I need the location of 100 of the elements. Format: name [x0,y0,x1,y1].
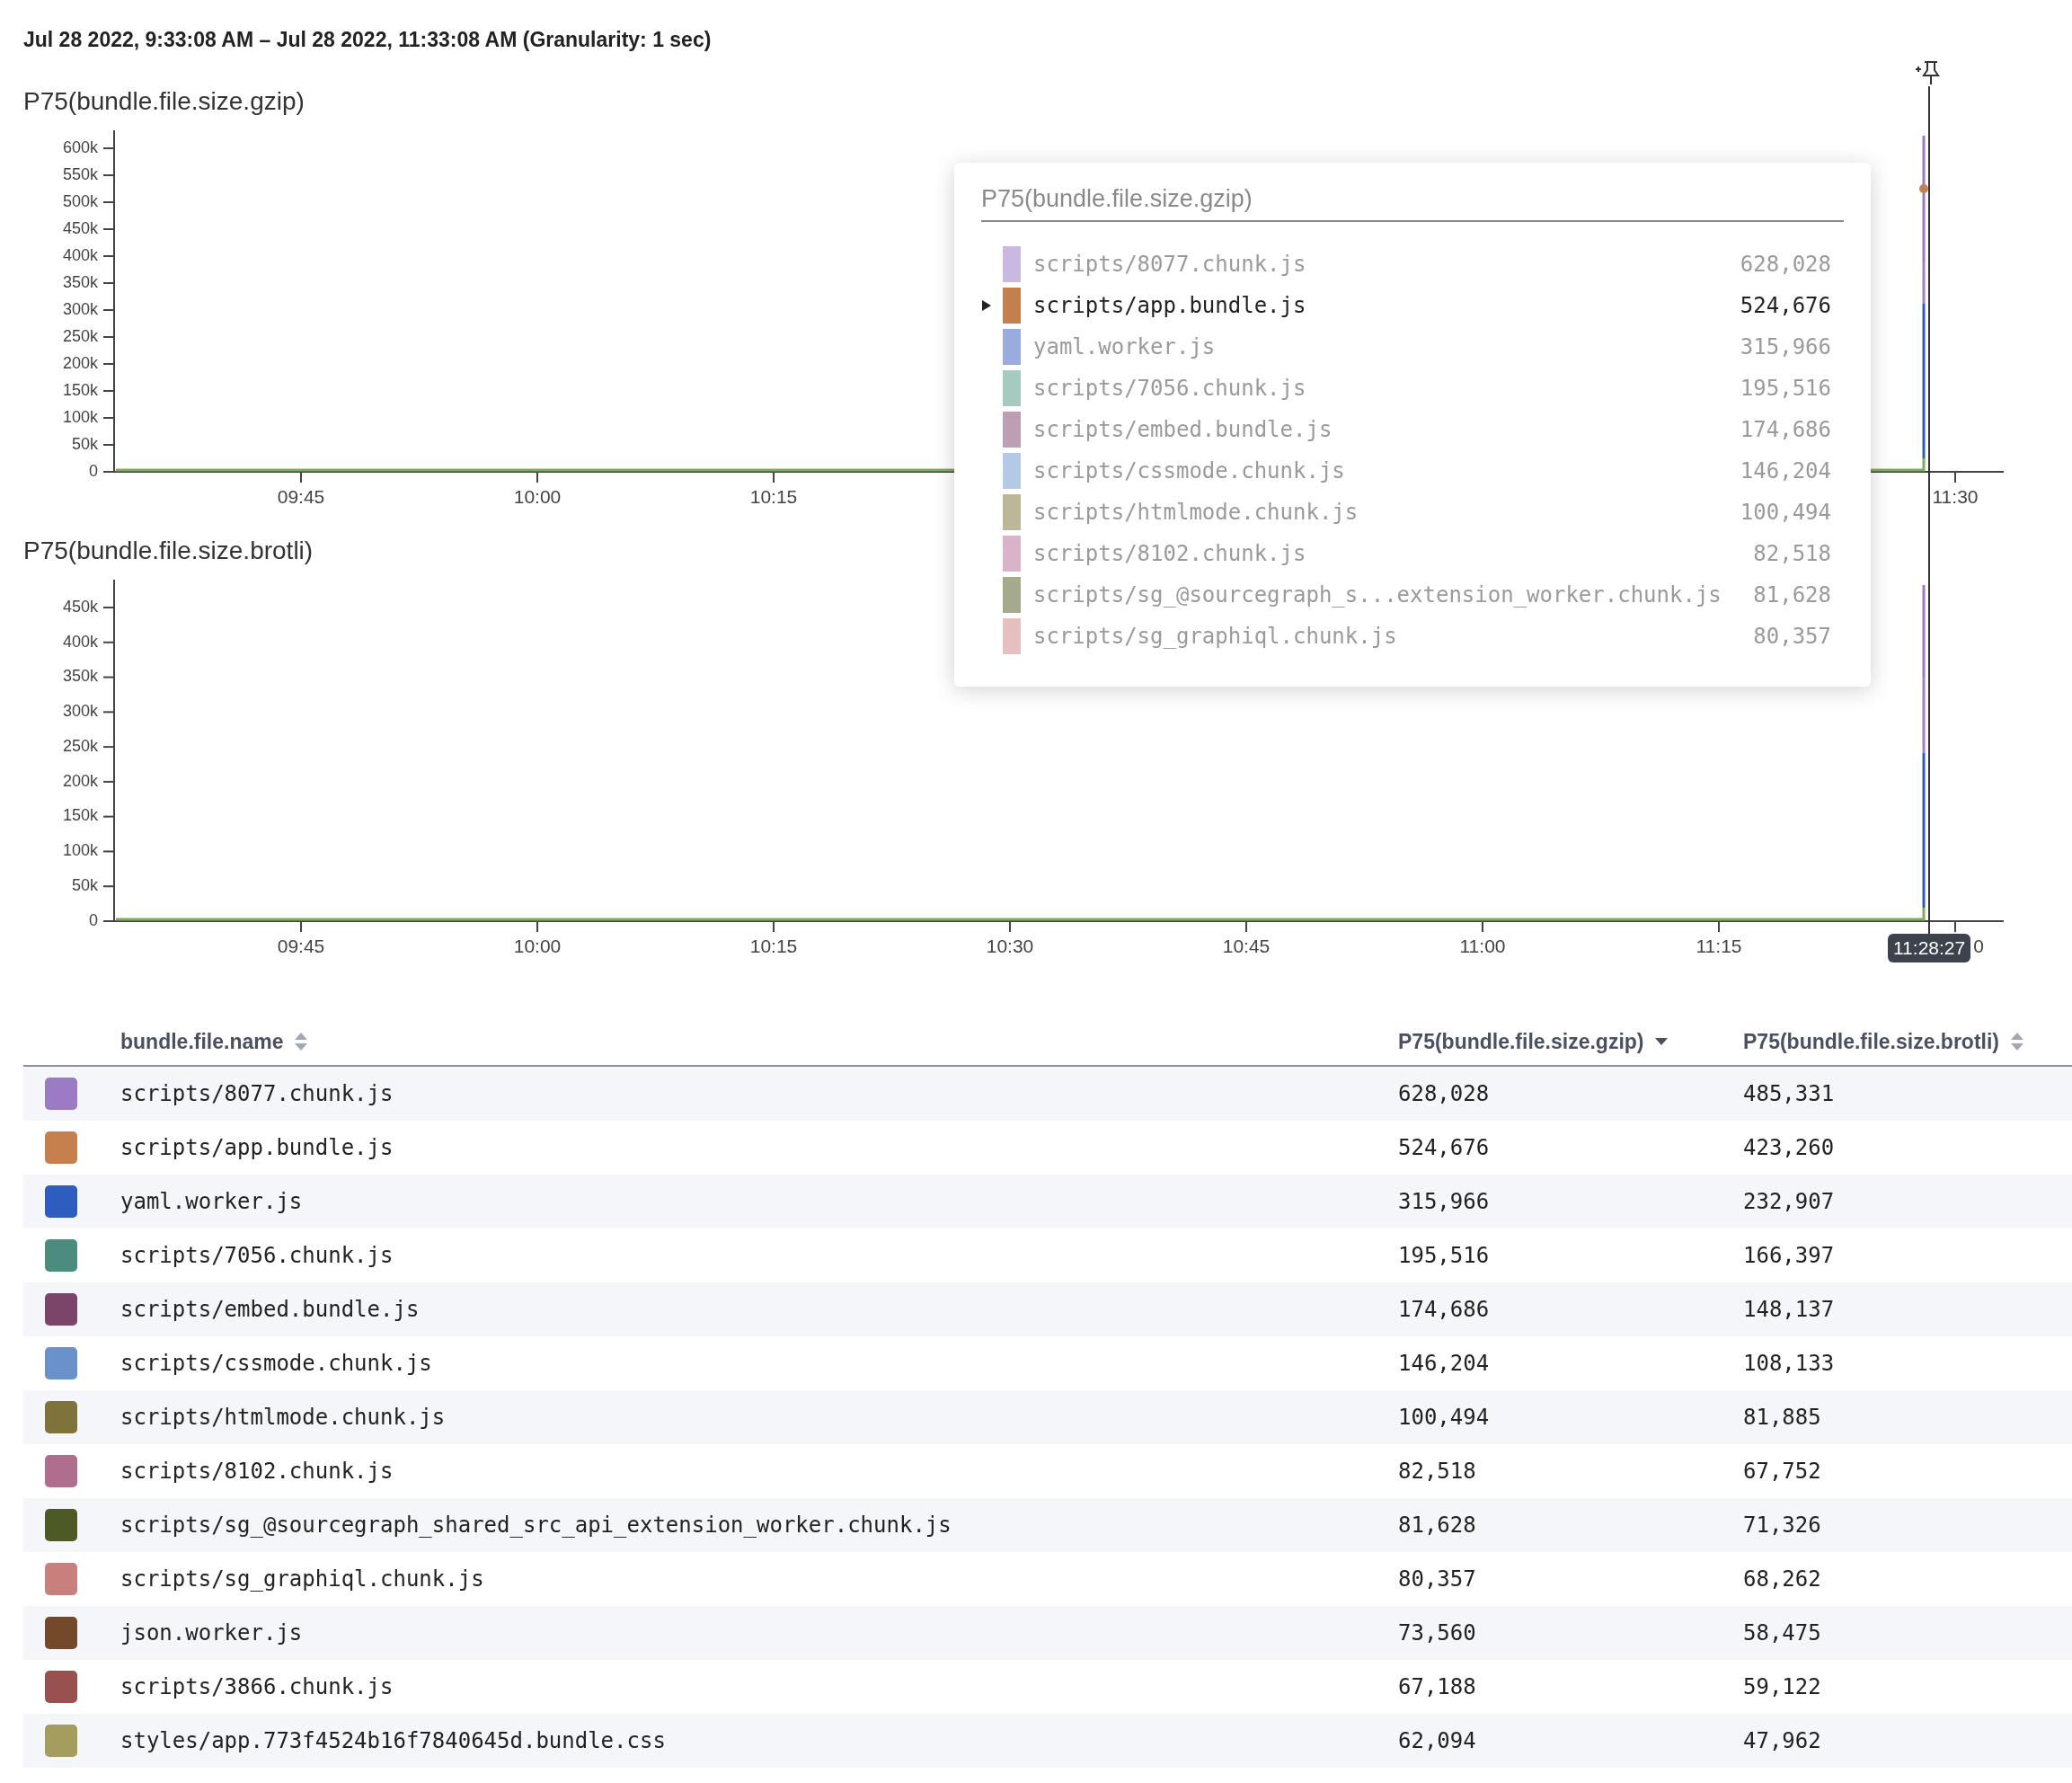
tick-label: 150k [62,380,98,399]
table-cell-text: 59,122 [1743,1673,1821,1701]
series-value: 524,676 [1740,292,1831,320]
table-cell-text: 628,028 [1398,1080,1490,1108]
tick-label: 10:30 [986,935,1034,956]
table-cell-text: styles/app.773f4524b16f7840645d.bundle.css [120,1727,666,1755]
tick-label: 250k [62,326,98,345]
tick-label: 11:00 [1459,935,1506,956]
table-cell-text: scripts/htmlmode.chunk.js [120,1404,446,1432]
series-value: 146,204 [1740,457,1831,485]
table-cell-text: scripts/sg_graphiql.chunk.js [120,1566,484,1593]
tick-label: 50k [71,875,98,894]
series-value: 81,628 [1753,581,1831,609]
chart-title: P75(bundle.file.size.brotli) [23,536,314,566]
table-cell-text: 68,262 [1743,1566,1821,1593]
table-cell-text: scripts/3866.chunk.js [120,1673,394,1701]
series-value: 628,028 [1740,251,1831,279]
column-header[interactable]: bundle.file.name [120,1025,309,1058]
table-cell-text: 195,516 [1398,1242,1490,1270]
time-range-header: Jul 28 2022, 9:33:08 AM – Jul 28 2022, 11:33:08 AM (Granularity: 1 sec) [23,27,712,52]
pin-icon[interactable] [1914,59,1943,86]
series-value: 100,494 [1740,499,1831,527]
table-cell-text: scripts/7056.chunk.js [120,1242,394,1270]
column-header[interactable]: P75(bundle.file.size.brotli) [1743,1025,2024,1058]
table-cell-text: scripts/sg_@sourcegraph_shared_src_api_extension_worker.chunk.js [120,1512,952,1539]
table-cell-text: 58,475 [1743,1619,1821,1647]
tick-label: 09:45 [277,485,325,507]
series-value: 174,686 [1740,416,1831,444]
table-cell-text: 148,137 [1743,1296,1835,1324]
series-name: scripts/sg_@sourcegraph_s...extension_worker.chunk.js [1033,581,1722,609]
table-cell-text: 81,885 [1743,1404,1821,1432]
table-cell-text: 67,188 [1398,1673,1476,1701]
tick-label: 10:45 [1222,935,1271,956]
table-cell-text: 73,560 [1398,1619,1476,1647]
tick-label: 350k [62,667,98,686]
series-name: yaml.worker.js [1033,333,1216,361]
tick-label: 450k [62,218,98,237]
series-name: scripts/embed.bundle.js [1033,416,1333,444]
table-cell-text: 166,397 [1743,1242,1835,1270]
table-cell-text: 485,331 [1743,1080,1835,1108]
series-name: scripts/sg_graphiql.chunk.js [1033,623,1397,651]
table-cell-text: scripts/cssmode.chunk.js [120,1350,432,1378]
table-cell-text: 108,133 [1743,1350,1835,1378]
tick-label: 0 [1973,935,1984,956]
tick-label: 11:15 [1696,935,1742,956]
table-cell-text: 315,966 [1398,1188,1490,1216]
tick-label: 0 [89,910,98,929]
tick-label: 10:00 [513,935,562,956]
table-cell-text: 47,962 [1743,1727,1821,1755]
tick-label: 200k [62,353,98,372]
tick-label: 150k [62,806,98,825]
series-value: 82,518 [1753,540,1831,568]
series-name: scripts/7056.chunk.js [1033,375,1306,403]
table-cell-text: 232,907 [1743,1188,1835,1216]
table-cell-text: 62,094 [1398,1727,1476,1755]
table-cell-text: scripts/8077.chunk.js [120,1080,394,1108]
chart-title: P75(bundle.file.size.gzip) [23,86,305,117]
table-cell-text: 174,686 [1398,1296,1490,1324]
table-cell-text: 524,676 [1398,1134,1490,1162]
series-value: 195,516 [1740,375,1831,403]
tick-label: 11:30 [1932,485,1979,507]
tick-label: 500k [62,191,98,210]
column-header[interactable]: P75(bundle.file.size.gzip) [1398,1025,1669,1058]
series-name: scripts/cssmode.chunk.js [1033,457,1345,485]
table-cell-text: 81,628 [1398,1512,1476,1539]
cursor-time-badge: 11:28:27 [1888,934,1971,962]
tick-label: 100k [62,407,98,426]
series-name: scripts/htmlmode.chunk.js [1033,499,1359,527]
tick-label: 450k [62,597,98,616]
tick-label: 550k [62,164,98,183]
series-value: 80,357 [1753,623,1831,651]
tooltip-title: P75(bundle.file.size.gzip) [981,185,1253,212]
tick-label: 0 [89,461,98,480]
table-cell-text: 80,357 [1398,1566,1476,1593]
tick-label: 50k [71,434,98,453]
table-cell-text: 67,752 [1743,1458,1821,1486]
table-cell-text: scripts/8102.chunk.js [120,1458,394,1486]
tick-label: 10:15 [749,485,798,507]
tick-label: 400k [62,245,98,264]
tick-label: 250k [62,736,98,755]
tick-label: 100k [62,841,98,860]
table-cell-text: 146,204 [1398,1350,1490,1378]
tick-label: 300k [62,702,98,721]
series-name: scripts/8102.chunk.js [1033,540,1306,568]
tick-label: 09:45 [277,935,325,956]
series-value: 315,966 [1740,333,1831,361]
table-cell-text: 82,518 [1398,1458,1476,1486]
tick-label: 600k [62,137,98,156]
tick-label: 300k [62,299,98,318]
table-cell-text: scripts/embed.bundle.js [120,1296,420,1324]
table-cell-text: 71,326 [1743,1512,1821,1539]
table-cell-text: 100,494 [1398,1404,1490,1432]
tick-label: 400k [62,632,98,651]
tick-label: 10:00 [513,485,562,507]
table-cell-text: scripts/app.bundle.js [120,1134,394,1162]
tick-label: 10:15 [749,935,798,956]
table-cell-text: json.worker.js [120,1619,303,1647]
series-name: scripts/app.bundle.js [1033,292,1306,320]
series-name: scripts/8077.chunk.js [1033,251,1306,279]
table-cell-text: yaml.worker.js [120,1188,303,1216]
